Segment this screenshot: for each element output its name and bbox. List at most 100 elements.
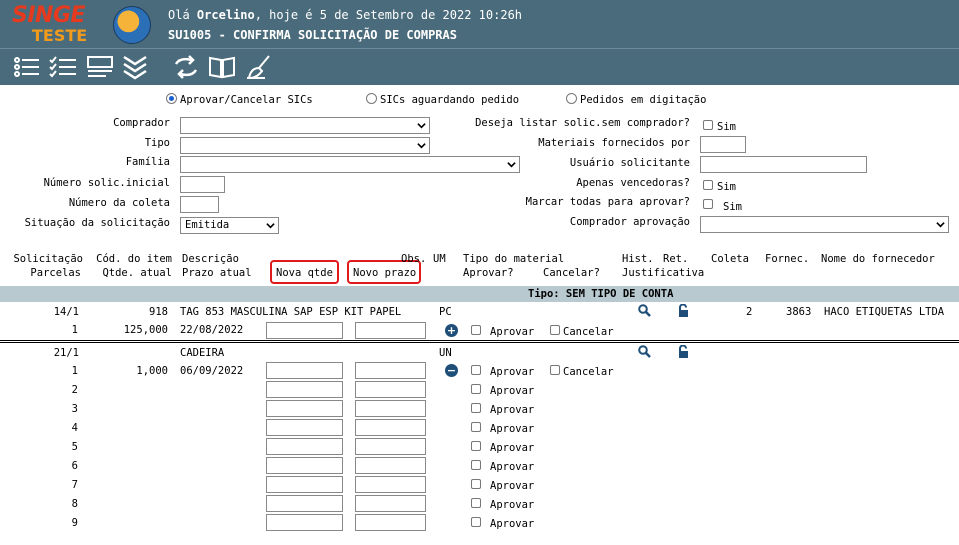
- familia-select[interactable]: [180, 156, 520, 173]
- collapse-minus-icon[interactable]: −: [445, 364, 458, 377]
- novo-prazo-input[interactable]: [355, 476, 426, 493]
- book-icon[interactable]: [208, 54, 236, 80]
- nova-qtde-input[interactable]: [266, 495, 343, 512]
- novo-prazo-input[interactable]: [355, 362, 426, 379]
- sic2-descricao: CADEIRA: [180, 347, 225, 359]
- novo-prazo-input[interactable]: [355, 438, 426, 455]
- aprovar-checkbox[interactable]: [471, 325, 481, 335]
- sic1-descricao: TAG 853 MASCULINA SAP ESP KIT PAPEL: [180, 306, 402, 318]
- col-qtde-atual: Qtde. atual: [102, 267, 172, 279]
- novo-prazo-input[interactable]: [355, 495, 426, 512]
- col-tipo-material: Tipo do material: [463, 253, 565, 265]
- aprovar-checkbox[interactable]: [471, 365, 481, 375]
- expand-plus-icon[interactable]: +: [445, 324, 458, 337]
- sic1-solicitacao: 14/1: [53, 306, 79, 318]
- sic1-qtde-atual: 125,000: [123, 324, 168, 336]
- aprovar-checkbox[interactable]: [471, 460, 481, 470]
- col-parcelas: Parcelas: [30, 267, 81, 279]
- cancelar-checkbox[interactable]: [550, 365, 560, 375]
- col-um: UM: [433, 253, 446, 265]
- chevron-down-icon: [507, 162, 516, 168]
- nova-qtde-input[interactable]: [266, 419, 343, 436]
- novo-prazo-input[interactable]: [355, 514, 426, 531]
- aprovar-checkbox[interactable]: [471, 498, 481, 508]
- aprovar-checkbox[interactable]: [471, 384, 481, 394]
- aprovar-label: Aprovar: [490, 480, 535, 492]
- nova-qtde-input[interactable]: [266, 476, 343, 493]
- novo-prazo-input[interactable]: [355, 457, 426, 474]
- usuario-solicitante-input[interactable]: [700, 156, 867, 173]
- sim-label: Sim: [717, 121, 736, 133]
- unlock-icon[interactable]: [678, 345, 689, 358]
- nova-qtde-input[interactable]: [266, 457, 343, 474]
- checklist-icon[interactable]: [49, 54, 77, 80]
- materiais-fornecidos-label: Materiais fornecidos por: [538, 137, 690, 149]
- cancelar-label: Cancelar: [563, 366, 614, 378]
- novo-prazo-input[interactable]: [355, 381, 426, 398]
- comprador-aprovacao-label: Comprador aprovação: [569, 216, 690, 228]
- situacao-value: Emitida: [185, 219, 230, 231]
- comprador-aprovacao-select[interactable]: [700, 216, 949, 233]
- aprovar-checkbox[interactable]: [471, 403, 481, 413]
- sic2-qtde-atual: 1,000: [136, 365, 168, 377]
- sic2-um: UN: [439, 347, 452, 359]
- numero-inicial-input[interactable]: [180, 176, 225, 193]
- comprador-select[interactable]: [180, 117, 430, 134]
- sim-label: Sim: [723, 201, 742, 213]
- aprovar-label: Aprovar: [490, 366, 535, 378]
- aprovar-checkbox[interactable]: [471, 479, 481, 489]
- nova-qtde-input[interactable]: [266, 514, 343, 531]
- aprovar-label: Aprovar: [490, 423, 535, 435]
- sic1-coleta: 2: [746, 306, 753, 318]
- col-nome-fornecedor: Nome do fornecedor: [821, 253, 935, 265]
- novo-prazo-input[interactable]: [355, 400, 426, 417]
- logo-singe: SINGE: [12, 3, 86, 28]
- aprovar-label: Aprovar: [490, 461, 535, 473]
- sic2-parcela: 3: [71, 403, 78, 415]
- form-icon[interactable]: [86, 54, 114, 80]
- chevron-down-icon: [417, 123, 426, 129]
- aprovar-label: Aprovar: [490, 518, 535, 530]
- unlock-icon[interactable]: [678, 304, 689, 317]
- list-icon[interactable]: [13, 54, 41, 80]
- radio-aguardando-pedido[interactable]: [366, 93, 377, 104]
- magnifier-icon[interactable]: [638, 345, 651, 358]
- radio-pedidos-digitacao[interactable]: [566, 93, 577, 104]
- user-name: Orcelino: [196, 8, 255, 22]
- col-cod-item: Cód. do item: [96, 253, 172, 265]
- broom-icon[interactable]: [245, 54, 273, 80]
- col-cancelar: Cancelar?: [543, 267, 600, 279]
- nova-qtde-input[interactable]: [266, 438, 343, 455]
- cancelar-checkbox[interactable]: [550, 325, 560, 335]
- apenas-vencedoras-checkbox[interactable]: [703, 180, 713, 190]
- aprovar-checkbox[interactable]: [471, 517, 481, 527]
- refresh-icon[interactable]: [172, 54, 200, 80]
- radio-aprovar-cancelar[interactable]: [166, 93, 177, 104]
- app-header: SINGE TESTE Olá Orcelino, hoje é 5 de Se…: [0, 0, 959, 48]
- sic2-solicitacao: 21/1: [53, 347, 79, 359]
- numero-coleta-input[interactable]: [180, 196, 219, 213]
- nova-qtde-input[interactable]: [266, 400, 343, 417]
- sic2-parcela: 8: [71, 498, 78, 510]
- aprovar-checkbox[interactable]: [471, 441, 481, 451]
- marcar-todas-checkbox[interactable]: [703, 199, 713, 209]
- chevrons-down-icon[interactable]: [121, 54, 149, 80]
- situacao-select[interactable]: Emitida: [180, 217, 279, 234]
- nova-qtde-input[interactable]: [266, 322, 343, 339]
- novo-prazo-input[interactable]: [355, 419, 426, 436]
- aprovar-label: Aprovar: [490, 404, 535, 416]
- nova-qtde-input[interactable]: [266, 362, 343, 379]
- sic1-um: PC: [439, 306, 452, 318]
- magnifier-icon[interactable]: [638, 304, 651, 317]
- sic2-parcela: 4: [71, 422, 78, 434]
- col-fornec: Fornec.: [765, 253, 810, 265]
- col-novo-prazo: Novo prazo: [353, 267, 417, 279]
- aprovar-checkbox[interactable]: [471, 422, 481, 432]
- sic2-parcela: 1: [71, 365, 78, 377]
- novo-prazo-input[interactable]: [355, 322, 426, 339]
- materiais-fornecidos-input[interactable]: [700, 136, 746, 153]
- tipo-select[interactable]: [180, 137, 430, 154]
- nova-qtde-input[interactable]: [266, 381, 343, 398]
- sic1-fornec: 3863: [786, 306, 812, 318]
- listar-sem-comprador-checkbox[interactable]: [703, 120, 713, 130]
